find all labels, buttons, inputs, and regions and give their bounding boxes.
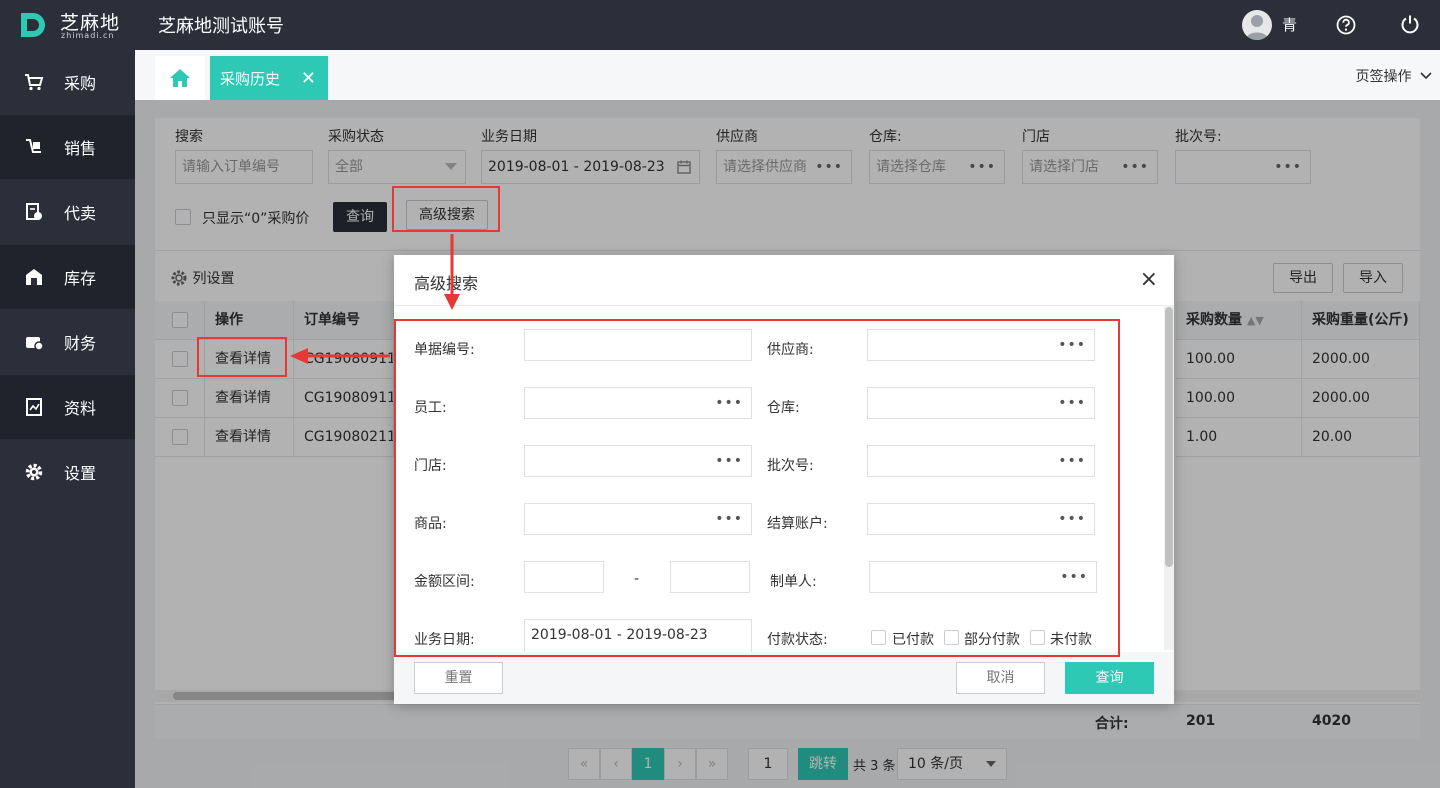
- annotation-box: [394, 319, 1120, 657]
- data-icon: [26, 398, 42, 416]
- sidebar-item-data[interactable]: 资料: [0, 375, 135, 440]
- sidebar-item-label: 库存: [64, 269, 97, 288]
- sidebar: 采购 销售 代卖 库存 财务 资料 设置: [0, 50, 135, 788]
- logo-icon: [21, 13, 45, 37]
- cart-icon: [25, 74, 44, 91]
- user-name[interactable]: 青: [1282, 14, 1297, 35]
- sidebar-item-label: 财务: [64, 334, 97, 353]
- tab-purchase-history[interactable]: 采购历史 ✕: [210, 56, 328, 100]
- sidebar-item-label: 设置: [64, 464, 97, 483]
- user-icon: [1246, 15, 1268, 40]
- sidebar-item-label: 资料: [64, 399, 97, 418]
- account-name: 芝麻地测试账号: [158, 16, 284, 37]
- reset-button[interactable]: 重置: [414, 662, 503, 694]
- tab-label: 采购历史: [220, 69, 281, 88]
- sidebar-item-consign[interactable]: 代卖: [0, 180, 135, 245]
- sales-icon: [26, 139, 41, 153]
- sidebar-item-sales[interactable]: 销售: [0, 115, 135, 180]
- home-icon: [170, 69, 190, 87]
- power-icon[interactable]: [1400, 14, 1420, 34]
- annotation-box: [392, 186, 500, 232]
- sidebar-item-finance[interactable]: 财务: [0, 310, 135, 375]
- scrollbar-thumb[interactable]: [1165, 307, 1173, 567]
- sidebar-item-inventory[interactable]: 库存: [0, 245, 135, 310]
- chevron-down-icon: [1420, 72, 1432, 80]
- dialog-scrollbar[interactable]: [1164, 305, 1174, 650]
- cancel-button[interactable]: 取消: [956, 662, 1045, 694]
- sidebar-item-settings[interactable]: 设置: [0, 440, 135, 505]
- annotation-box: [197, 337, 287, 377]
- tab-bar: 采购历史 ✕ 页签操作: [135, 50, 1440, 100]
- finance-icon: [26, 337, 44, 351]
- logo-subtext: zhimadi.cn: [61, 31, 115, 40]
- dialog-query-button[interactable]: 查询: [1065, 662, 1154, 694]
- avatar[interactable]: [1242, 10, 1272, 40]
- dialog-footer: [394, 652, 1174, 704]
- sidebar-item-purchase[interactable]: 采购: [0, 50, 135, 115]
- close-icon[interactable]: ×: [1140, 267, 1158, 292]
- divider: [394, 305, 1174, 306]
- help-icon[interactable]: [1336, 15, 1356, 35]
- consign-icon: [26, 203, 42, 220]
- tab-operations-label: 页签操作: [1355, 69, 1412, 85]
- top-bar: 芝麻地 zhimadi.cn 芝麻地测试账号 青: [0, 0, 1440, 50]
- warehouse-icon: [26, 269, 42, 285]
- tab-operations-menu[interactable]: 页签操作: [1356, 66, 1432, 86]
- gear-icon: [25, 463, 43, 481]
- close-icon[interactable]: ✕: [301, 68, 316, 89]
- sidebar-item-label: 采购: [64, 74, 97, 93]
- sidebar-item-label: 代卖: [64, 204, 97, 223]
- tab-home[interactable]: [155, 56, 205, 100]
- dialog-title: 高级搜索: [414, 274, 479, 293]
- sidebar-item-label: 销售: [64, 139, 97, 158]
